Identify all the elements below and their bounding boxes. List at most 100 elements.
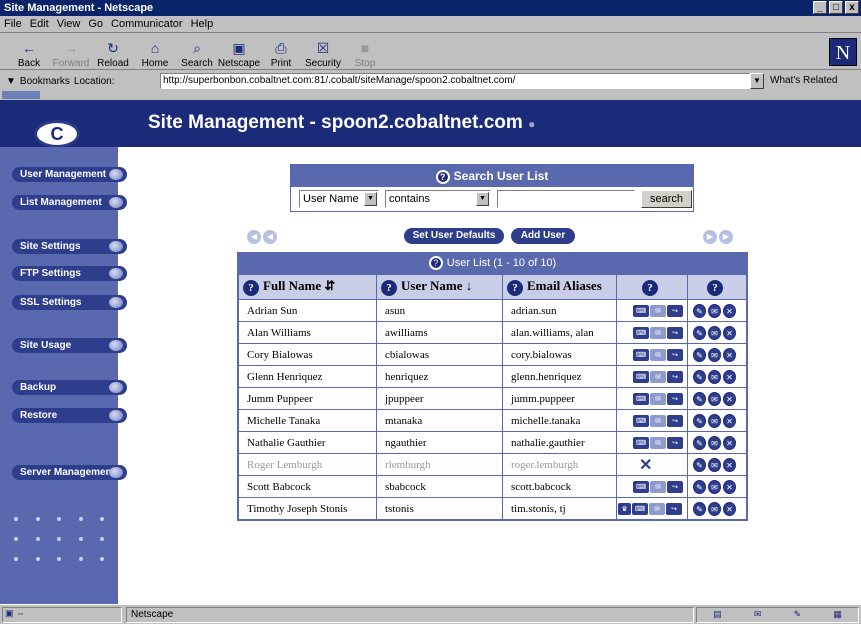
email-user-icon[interactable]: ✉ (708, 479, 721, 494)
search-field-select[interactable]: User Name ▼ (299, 190, 379, 208)
delete-user-icon[interactable]: ✕ (723, 413, 736, 428)
whats-related-button[interactable]: What's Related (770, 75, 838, 86)
delete-user-icon[interactable]: ✕ (723, 391, 736, 406)
minimize-button[interactable]: _ (813, 1, 827, 14)
edit-user-icon[interactable]: ✎ (693, 457, 706, 472)
stop-button[interactable]: ■ Stop (346, 35, 384, 69)
first-page-icon[interactable]: ◀ (247, 230, 261, 244)
help-icon[interactable]: ? (707, 279, 723, 296)
delete-user-icon[interactable]: ✕ (723, 501, 736, 516)
sidebar-item-list-management[interactable]: List Management (12, 195, 127, 210)
mail-icon[interactable]: ✉ (754, 609, 762, 620)
set-user-defaults-button[interactable]: Set User Defaults (404, 228, 504, 244)
menu-communicator[interactable]: Communicator (111, 18, 183, 30)
sidebar-item-user-management[interactable]: User Management (12, 167, 127, 182)
sidebar-item-restore[interactable]: Restore (12, 408, 127, 423)
shell-icon: ⌨ (633, 326, 649, 339)
cell-user-name: sbabcock (376, 475, 503, 498)
security-status-icon[interactable]: ▣ ⇔ (2, 606, 122, 623)
sidebar-item-ftp-settings[interactable]: FTP Settings (12, 266, 127, 281)
bookmarks-icon[interactable]: ▼ (6, 76, 16, 87)
sidebar-item-site-settings[interactable]: Site Settings (12, 239, 127, 254)
sidebar-item-server-management[interactable]: Server Management (12, 465, 127, 480)
column-header-full-name[interactable]: ? Full Name ⇵ (238, 274, 377, 300)
cell-email-aliases: scott.babcock (502, 475, 617, 498)
help-icon[interactable]: ? (381, 279, 397, 296)
edit-user-icon[interactable]: ✎ (693, 369, 706, 384)
last-page-icon[interactable]: ▶ (719, 230, 733, 244)
menu-go[interactable]: Go (88, 18, 103, 30)
help-icon[interactable]: ? (243, 279, 259, 296)
email-user-icon[interactable]: ✉ (708, 369, 721, 384)
previous-page-icon[interactable]: ◀ (263, 230, 277, 244)
help-icon[interactable]: ? (642, 279, 658, 296)
cell-email-aliases: roger.lemburgh (502, 453, 617, 476)
edit-user-icon[interactable]: ✎ (693, 303, 706, 318)
search-button[interactable]: ⌕ Search (178, 35, 216, 70)
url-field[interactable]: http://superbonbon.cobaltnet.com:81/.cob… (160, 73, 750, 89)
email-user-icon[interactable]: ✉ (708, 347, 721, 362)
edit-user-icon[interactable]: ✎ (693, 501, 706, 516)
composer-icon[interactable]: ✎ (794, 609, 802, 620)
back-button[interactable]: ← Back (10, 35, 48, 69)
delete-user-icon[interactable]: ✕ (723, 325, 736, 340)
cell-email-aliases: adrian.sun (502, 299, 617, 322)
print-button[interactable]: ⎙ Print (262, 35, 300, 70)
tasks-icon[interactable]: ▤ (713, 609, 722, 620)
delete-user-icon[interactable]: ✕ (723, 303, 736, 318)
sidebar-item-ssl-settings[interactable]: SSL Settings (12, 295, 127, 310)
edit-user-icon[interactable]: ✎ (693, 413, 706, 428)
email-user-icon[interactable]: ✉ (708, 413, 721, 428)
email-user-icon[interactable]: ✉ (708, 303, 721, 318)
help-icon[interactable]: ? (428, 256, 443, 271)
personal-toolbar-tab[interactable] (2, 91, 40, 99)
edit-user-icon[interactable]: ✎ (693, 435, 706, 450)
search-submit-button[interactable]: search (641, 190, 693, 208)
security-button[interactable]: ☒ Security (304, 35, 342, 70)
menu-help[interactable]: Help (191, 18, 214, 30)
delete-user-icon[interactable]: ✕ (723, 479, 736, 494)
menu-view[interactable]: View (57, 18, 81, 30)
search-title: Search User List (453, 169, 549, 183)
sidebar-item-site-usage[interactable]: Site Usage (12, 338, 127, 353)
maximize-button[interactable]: □ (829, 1, 843, 14)
search-input[interactable] (497, 190, 635, 208)
delete-user-icon[interactable]: ✕ (723, 457, 736, 472)
netscape-button[interactable]: ▣ Netscape (218, 35, 260, 70)
email-user-icon[interactable]: ✉ (708, 457, 721, 472)
help-icon[interactable]: ? (507, 279, 523, 296)
delete-user-icon[interactable]: ✕ (723, 347, 736, 362)
edit-user-icon[interactable]: ✎ (693, 479, 706, 494)
home-button[interactable]: ⌂ Home (136, 35, 174, 69)
component-bar: ▤ ✉ ✎ ▦ (696, 606, 859, 623)
delete-user-icon[interactable]: ✕ (723, 369, 736, 384)
bookmarks-button[interactable]: Bookmarks (20, 76, 70, 87)
column-header-user-name[interactable]: ? User Name ↓ (376, 274, 503, 300)
close-button[interactable]: x (845, 1, 859, 14)
next-page-icon[interactable]: ▶ (703, 230, 717, 244)
help-icon[interactable]: ? (435, 169, 450, 184)
sort-down-icon[interactable]: ↓ (466, 278, 473, 293)
column-header-email-aliases: ? Email Aliases (502, 274, 617, 300)
email-user-icon[interactable]: ✉ (708, 391, 721, 406)
sidebar-item-backup[interactable]: Backup (12, 380, 127, 395)
menu-file[interactable]: File (4, 18, 22, 30)
forward-button[interactable]: → Forward (52, 35, 90, 69)
email-user-icon[interactable]: ✉ (708, 435, 721, 450)
sort-updown-icon[interactable]: ⇵ (324, 278, 335, 293)
search-operator-select[interactable]: contains ▼ (385, 190, 491, 208)
search-panel: ? Search User List User Name ▼ contains ▼ s… (290, 164, 694, 212)
cell-user-name: cbialowas (376, 343, 503, 366)
news-icon[interactable]: ▦ (833, 609, 842, 620)
email-user-icon[interactable]: ✉ (708, 501, 721, 516)
edit-user-icon[interactable]: ✎ (693, 347, 706, 362)
add-user-button[interactable]: Add User (511, 228, 575, 244)
url-dropdown-arrow[interactable]: ▼ (750, 73, 764, 89)
reload-button[interactable]: ↻ Reload (94, 35, 132, 70)
edit-user-icon[interactable]: ✎ (693, 325, 706, 340)
email-user-icon[interactable]: ✉ (708, 325, 721, 340)
edit-user-icon[interactable]: ✎ (693, 391, 706, 406)
delete-user-icon[interactable]: ✕ (723, 435, 736, 450)
netscape-logo[interactable]: N (829, 38, 857, 66)
menu-edit[interactable]: Edit (30, 18, 49, 30)
